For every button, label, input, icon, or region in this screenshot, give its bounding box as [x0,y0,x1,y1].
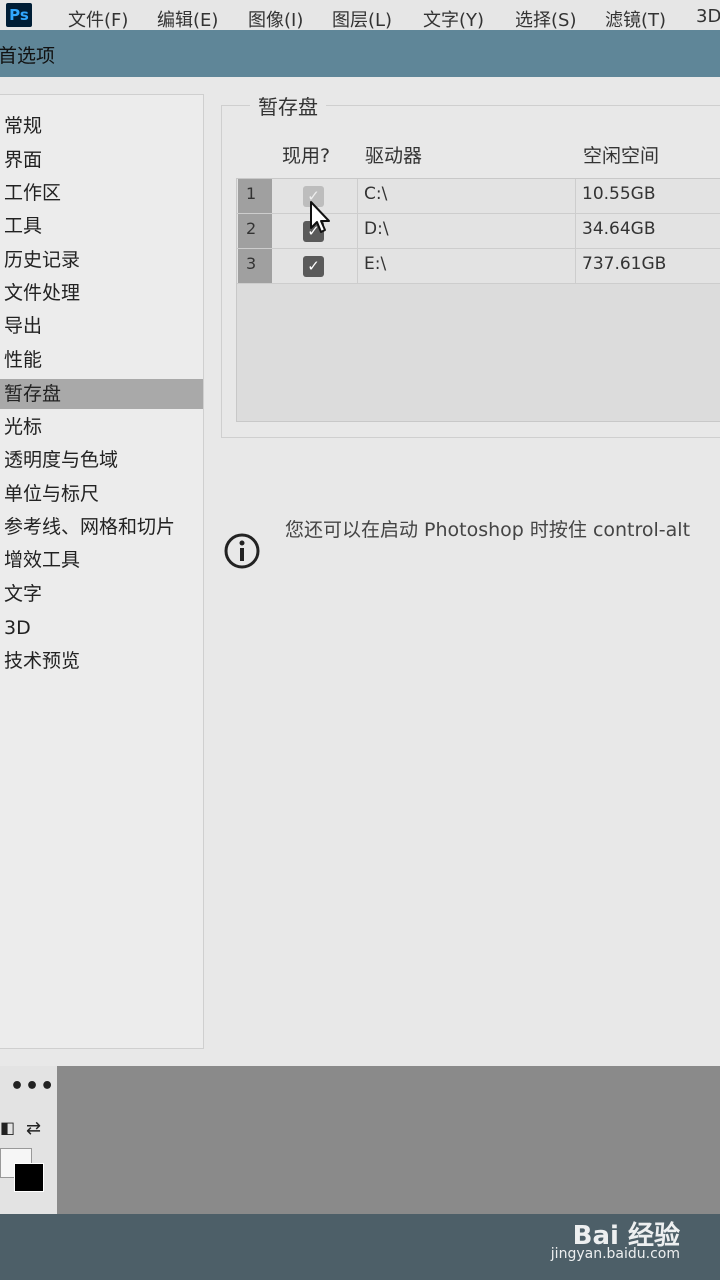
group-title: 暂存盘 [250,91,326,120]
column-divider [575,249,576,283]
background-color-swatch[interactable] [14,1163,44,1192]
sidebar-item-transparency[interactable]: 透明度与色域 [0,445,203,475]
table-row[interactable]: 3 ✓ E:\ 737.61GB [237,249,720,284]
column-divider [575,214,576,248]
sidebar-item-export[interactable]: 导出 [0,311,203,341]
sidebar-item-general[interactable]: 常规 [0,111,203,141]
menu-edit[interactable]: 编辑(E) [157,6,218,30]
mouse-cursor-icon [310,201,330,233]
sidebar-item-history[interactable]: 历史记录 [0,245,203,275]
photoshop-logo-icon: Ps [6,3,32,27]
menu-file[interactable]: 文件(F) [68,6,128,30]
sidebar-item-tech-preview[interactable]: 技术预览 [0,646,203,676]
watermark-url: jingyan.baidu.com [550,1246,680,1262]
menu-bar: Ps 文件(F) 编辑(E) 图像(I) 图层(L) 文字(Y) 选择(S) 滤… [0,0,720,30]
dialog-title: 首选项 [0,45,56,67]
row-number: 1 [238,179,272,213]
column-header-drive: 驱动器 [365,145,423,167]
sidebar-item-plugins[interactable]: 增效工具 [0,545,203,575]
info-icon [224,533,260,569]
column-divider [357,179,358,213]
column-divider [357,214,358,248]
sidebar-item-scratch-disks[interactable]: 暂存盘 [0,379,203,409]
menu-filter[interactable]: 滤镜(T) [605,6,666,30]
column-header-active: 现用? [282,145,331,167]
free-space-cell: 10.55GB [582,184,656,204]
more-tools-button[interactable]: ••• [10,1074,55,1099]
drive-cell: D:\ [364,219,389,239]
menu-layer[interactable]: 图层(L) [332,6,392,30]
sidebar-item-interface[interactable]: 界面 [0,145,203,175]
menu-3d[interactable]: 3D [696,6,720,27]
sidebar-item-file-handling[interactable]: 文件处理 [0,278,203,308]
row-number: 2 [238,214,272,248]
column-divider [357,249,358,283]
row-number: 3 [238,249,272,283]
sidebar-item-workspace[interactable]: 工作区 [0,178,203,208]
sidebar-item-units[interactable]: 单位与标尺 [0,479,203,509]
sidebar-item-3d[interactable]: 3D [0,613,203,643]
column-divider [575,179,576,213]
preferences-dialog: 常规 界面 工作区 工具 历史记录 文件处理 导出 性能 暂存盘 光标 透明度与… [0,77,720,1066]
menu-select[interactable]: 选择(S) [515,6,576,30]
sidebar-item-guides[interactable]: 参考线、网格和切片 [0,512,203,542]
active-checkbox[interactable]: ✓ [303,256,324,277]
sidebar-item-cursors[interactable]: 光标 [0,412,203,442]
free-space-cell: 34.64GB [582,219,656,239]
drive-cell: C:\ [364,184,388,204]
sidebar-item-performance[interactable]: 性能 [0,345,203,375]
column-header-free-space: 空闲空间 [583,145,660,167]
default-colors-icon[interactable]: ◧ [0,1118,15,1137]
preferences-sidebar: 常规 界面 工作区 工具 历史记录 文件处理 导出 性能 暂存盘 光标 透明度与… [0,94,204,1049]
swap-colors-icon[interactable]: ⇄ [26,1118,41,1139]
info-hint-text: 您还可以在启动 Photoshop 时按住 control-alt [285,519,691,541]
free-space-cell: 737.61GB [582,254,667,274]
sidebar-item-tools[interactable]: 工具 [0,211,203,241]
dialog-titlebar[interactable]: 首选项 [0,30,720,77]
menu-type[interactable]: 文字(Y) [423,6,484,30]
menu-image[interactable]: 图像(I) [248,6,303,30]
sidebar-item-type[interactable]: 文字 [0,579,203,609]
drive-cell: E:\ [364,254,387,274]
